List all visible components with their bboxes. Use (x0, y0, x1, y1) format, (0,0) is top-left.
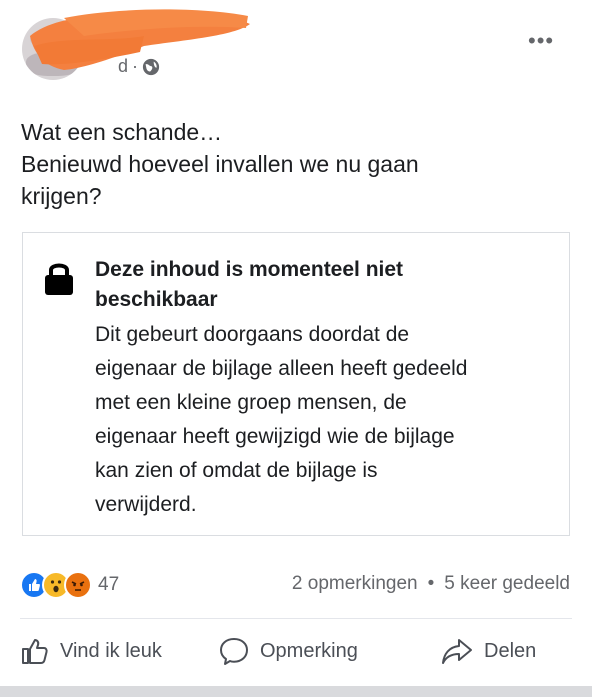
engagement-stats: 2 opmerkingen • 5 keer gedeeld (292, 573, 570, 595)
attachment-body-line: met een kleine groep mensen, de (95, 391, 407, 414)
reaction-count: 47 (98, 574, 120, 595)
attachment-body-line: eigenaar de bijlage alleen heeft gedeeld (95, 357, 468, 380)
post-meta: d · (118, 56, 160, 77)
attachment-body: Dit gebeurt doorgaans doordat de eigenaa… (95, 318, 545, 522)
attachment-title-line: Deze inhoud is momenteel niet (95, 258, 404, 281)
attachment-body-line: kan zien of omdat de bijlage is (95, 459, 378, 482)
unavailable-attachment: Deze inhoud is momenteel niet beschikbaa… (22, 232, 570, 536)
stats-separator: • (427, 573, 435, 594)
post-text-line: Wat een schande… (21, 119, 223, 145)
more-options-button[interactable]: ••• (528, 28, 554, 54)
lock-icon (45, 263, 73, 295)
comments-count-link[interactable]: 2 opmerkingen (292, 573, 418, 595)
meta-separator: · (132, 56, 139, 76)
attachment-title-line: beschikbaar (95, 288, 218, 311)
share-button-label: Delen (484, 639, 537, 662)
attachment-body-line: verwijderd. (95, 493, 197, 516)
angry-icon (64, 571, 92, 599)
reactions-summary[interactable]: 47 (20, 571, 119, 599)
attachment-title: Deze inhoud is momenteel niet beschikbaa… (95, 255, 535, 315)
comment-icon (220, 638, 248, 665)
action-bar: Vind ik leuk Opmerking Delen (0, 636, 592, 680)
post-text: Wat een schande… Benieuwd hoeveel invall… (21, 116, 561, 212)
thumbs-up-icon (22, 639, 48, 664)
share-arrow-icon (442, 639, 472, 664)
like-button[interactable]: Vind ik leuk (20, 636, 162, 666)
comment-button[interactable]: Opmerking (218, 636, 358, 666)
post-header: d · ••• (0, 0, 592, 90)
attachment-body-line: Dit gebeurt doorgaans doordat de (95, 323, 410, 346)
post-text-line: Benieuwd hoeveel invallen we nu gaan (21, 151, 419, 177)
divider (20, 618, 572, 619)
post-time[interactable]: d (118, 56, 128, 77)
post-text-line: krijgen? (21, 183, 102, 209)
comment-button-label: Opmerking (260, 639, 358, 662)
like-button-label: Vind ik leuk (60, 639, 162, 662)
shares-count-link[interactable]: 5 keer gedeeld (444, 573, 570, 595)
attachment-body-line: eigenaar heeft gewijzigd wie de bijlage (95, 425, 455, 448)
globe-icon (142, 58, 160, 75)
share-button[interactable]: Delen (440, 636, 536, 666)
feed-separator (0, 686, 592, 697)
